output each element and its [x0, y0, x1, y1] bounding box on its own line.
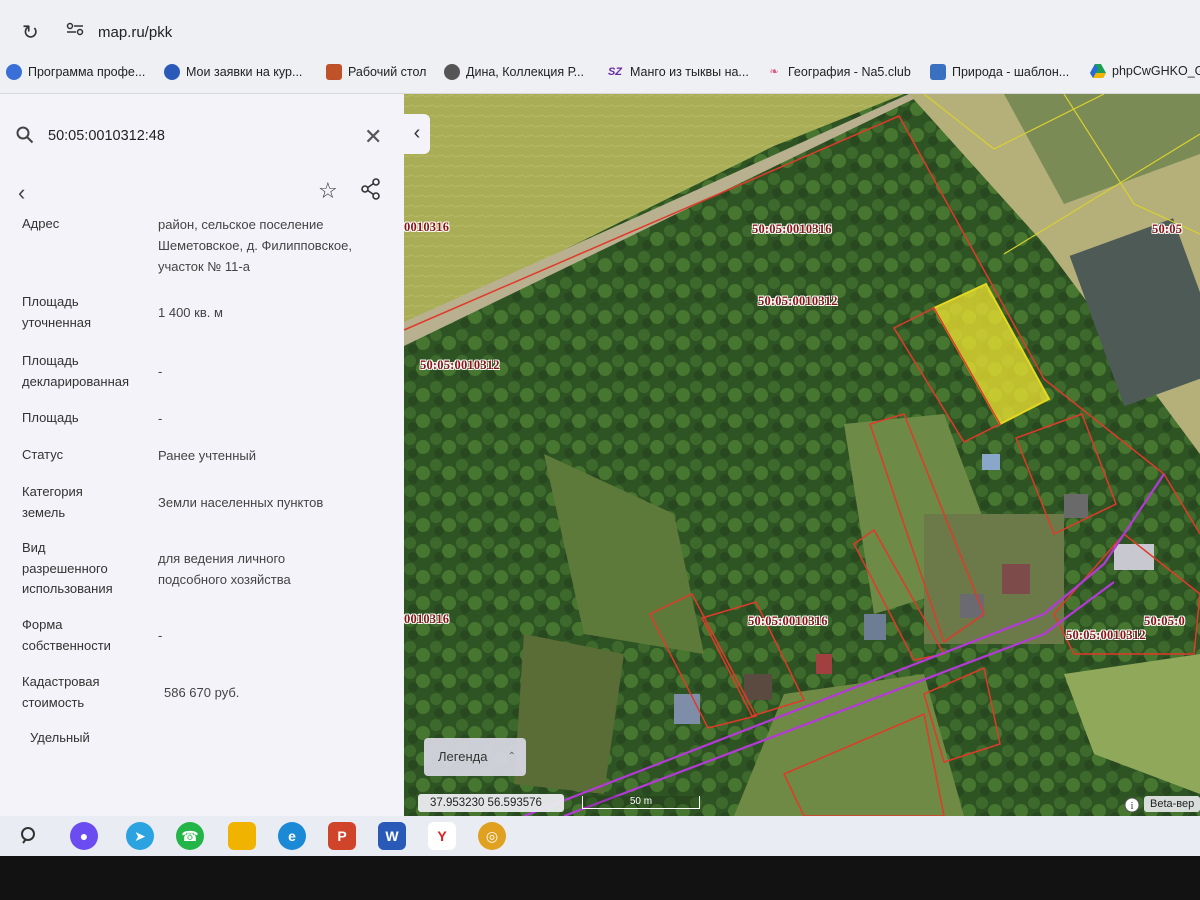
bookmark-item[interactable]: Рабочий стол	[326, 64, 426, 80]
field-value: Ранее учтенный	[158, 448, 256, 463]
field-value: Земли населенных пунктов	[158, 495, 324, 510]
field-label: Адрес	[22, 216, 60, 231]
bookmark-item[interactable]: Дина, Коллекция Р...	[444, 64, 584, 80]
search-input[interactable]: 50:05:0010312:48	[48, 128, 165, 144]
bookmark-label: Дина, Коллекция Р...	[466, 65, 584, 79]
chevron-up-icon: ⌃	[507, 751, 516, 762]
search-bar[interactable]: 50:05:0010312:48 ✕	[0, 94, 404, 176]
browser-address-bar: ↻ map.ru/pkk	[0, 0, 1200, 56]
telegram-icon[interactable]: ➤	[126, 822, 154, 850]
file-explorer-icon[interactable]	[228, 822, 256, 850]
panel-toolbar: ‹ ☆	[0, 176, 404, 216]
field-label: Статус	[22, 447, 64, 462]
word-icon[interactable]: W	[378, 822, 406, 850]
bookmark-item[interactable]: ❧ География - Na5.club	[766, 64, 911, 80]
powerpoint-icon[interactable]: P	[328, 822, 356, 850]
screen-bezel	[0, 856, 1200, 900]
field-value: для ведения личного подсобного хозяйства	[158, 551, 291, 587]
bookmark-globe-icon	[6, 64, 22, 80]
favorite-star-icon[interactable]: ☆	[318, 178, 338, 204]
field-value: район, сельское поселение Шеметовское, д…	[158, 217, 352, 274]
bookmark-drive-icon	[1090, 64, 1106, 78]
svg-text:i: i	[1131, 801, 1134, 812]
bookmark-item[interactable]: phpCwGHKO_G	[1090, 64, 1200, 78]
field-value: 1 400 кв. м	[158, 305, 223, 320]
field-label: Площадь	[22, 410, 79, 425]
cadastral-label: 50:05:0010312	[1066, 628, 1146, 642]
legend-label: Легенда	[438, 749, 488, 764]
cadastral-label: 50:05:0	[1144, 614, 1185, 628]
bookmark-label: Природа - шаблон...	[952, 65, 1070, 79]
info-panel: 50:05:0010312:48 ✕ ‹ ☆ Адрес район, сель…	[0, 94, 404, 816]
bookmark-label: phpCwGHKO_G	[1112, 64, 1200, 78]
bookmark-item[interactable]: Программа профе...	[6, 64, 145, 80]
bookmark-slides-icon	[930, 64, 946, 80]
bookmark-feather-icon: ❧	[769, 66, 779, 78]
field-value: -	[158, 411, 163, 426]
chrome-icon[interactable]: ◎	[478, 822, 506, 850]
field-label: Площадь уточненная	[22, 294, 92, 330]
bookmark-globe-icon	[444, 64, 460, 80]
bookmark-globe-icon	[164, 64, 180, 80]
cadastral-label: 50:05:0010312	[758, 294, 838, 308]
field-value: -	[158, 628, 163, 643]
field-value: 586 670 руб.	[164, 685, 240, 700]
edge-icon[interactable]: e	[278, 822, 306, 850]
bookmark-sz-icon: SZ	[607, 66, 623, 78]
url-text[interactable]: map.ru/pkk	[98, 24, 172, 41]
bookmark-item[interactable]: SZ Манго из тыквы на...	[606, 64, 749, 80]
field-label: Форма собственности	[22, 617, 111, 653]
search-icon[interactable]	[20, 826, 40, 846]
legend-button[interactable]: Легенда ⌃	[424, 738, 526, 776]
bookmark-label: Рабочий стол	[348, 65, 427, 79]
alice-icon[interactable]: ●	[70, 822, 98, 850]
field-label: Категория земель	[22, 484, 83, 520]
bookmark-label: Манго из тыквы на...	[630, 65, 749, 79]
back-icon[interactable]: ‹	[18, 180, 25, 206]
taskbar: ● ➤ ☎ e P W Y ◎	[0, 816, 1200, 856]
search-icon	[16, 126, 34, 144]
info-icon[interactable]: i	[1124, 797, 1140, 813]
cadastral-label: 0010316	[404, 612, 450, 626]
bookmark-desk-icon	[326, 64, 342, 80]
bookmark-label: Мои заявки на кур...	[186, 65, 303, 79]
map-view[interactable]: 0010316 50:05:0010316 50:05:0010312 50:0…	[404, 94, 1200, 816]
share-icon[interactable]	[360, 178, 382, 200]
bookmark-label: География - Na5.club	[788, 65, 911, 79]
cadastral-label: 50:05:0010316	[748, 614, 828, 628]
chevron-left-icon: ‹	[413, 122, 421, 144]
clear-search-icon[interactable]: ✕	[364, 124, 382, 150]
bookmarks-bar: Программа профе... Мои заявки на кур... …	[0, 56, 1200, 94]
collapse-panel-button[interactable]: ‹	[404, 114, 430, 154]
cadastral-label: 50:05	[1152, 222, 1183, 236]
cadastral-label: 50:05:0010316	[752, 222, 832, 236]
cursor-coordinates: 37.953230 56.593576	[418, 794, 564, 812]
field-label: Удельный	[30, 730, 90, 745]
field-label: Вид разрешенного использования	[22, 540, 113, 596]
scale-bar: 50 m	[582, 796, 700, 809]
cadastral-label: 0010316	[404, 220, 450, 234]
yandex-browser-icon[interactable]: Y	[428, 822, 456, 850]
whatsapp-icon[interactable]: ☎	[176, 822, 204, 850]
cadastral-label: 50:05:0010312	[420, 358, 500, 372]
beta-version-label: Beta-вер	[1144, 796, 1200, 812]
bookmark-item[interactable]: Природа - шаблон...	[930, 64, 1069, 80]
field-value: -	[158, 364, 163, 379]
bookmark-item[interactable]: Мои заявки на кур...	[164, 64, 302, 80]
reload-icon[interactable]: ↻	[22, 20, 39, 45]
satellite-imagery	[404, 94, 1200, 816]
field-label: Площадь декларированная	[22, 353, 130, 389]
site-settings-icon[interactable]	[66, 22, 84, 36]
bookmark-label: Программа профе...	[28, 65, 146, 79]
field-label: Кадастровая стоимость	[22, 674, 100, 710]
